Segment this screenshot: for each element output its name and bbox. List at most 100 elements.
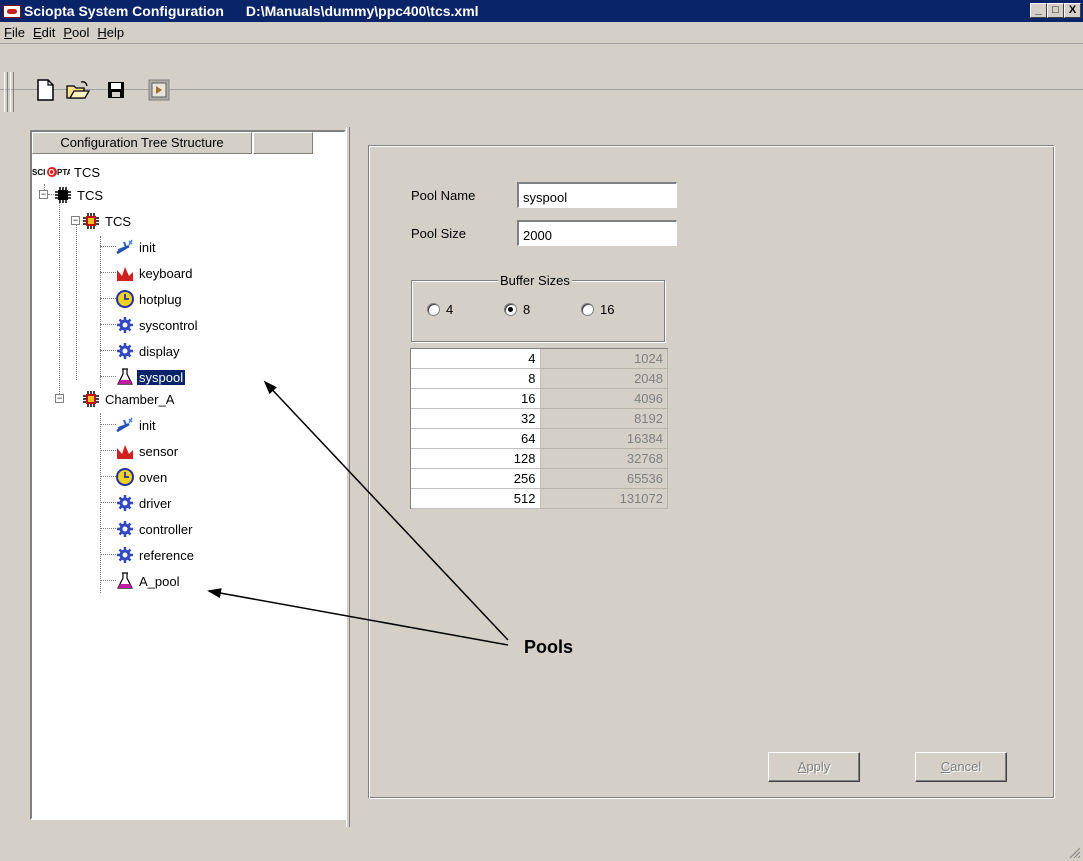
open-button[interactable] bbox=[66, 78, 90, 102]
tree-item-a-pool[interactable]: A_pool bbox=[116, 571, 181, 591]
new-document-button[interactable] bbox=[33, 78, 57, 102]
annotation-label: Pools bbox=[524, 637, 574, 657]
exit-door-icon bbox=[148, 79, 170, 101]
buffer-row: 64 16384 bbox=[411, 429, 668, 449]
menu-edit[interactable]: Edit bbox=[33, 25, 55, 40]
tree-line bbox=[100, 528, 116, 529]
buffer-size-cell[interactable]: 32 bbox=[411, 409, 541, 429]
collapse-toggle[interactable]: − bbox=[39, 190, 48, 199]
buffer-size-cell[interactable]: 128 bbox=[411, 449, 541, 469]
menu-bar: File Edit Pool Help bbox=[0, 22, 1083, 44]
radio-buffer-8[interactable]: 8 bbox=[504, 302, 530, 317]
buffer-size-cell[interactable]: 16 bbox=[411, 389, 541, 409]
pool-name-input[interactable] bbox=[517, 182, 677, 208]
buffer-size-cell[interactable]: 256 bbox=[411, 469, 541, 489]
buffer-default-cell: 16384 bbox=[540, 429, 668, 449]
tree-item-label: sensor bbox=[139, 443, 179, 459]
tree-line bbox=[100, 554, 116, 555]
tree-line bbox=[59, 194, 60, 400]
tree-item-label: Chamber_A bbox=[105, 391, 175, 407]
resize-grip-icon[interactable] bbox=[1067, 845, 1081, 859]
tree-root[interactable]: SCI O PTA TCS bbox=[32, 162, 102, 182]
apply-button[interactable]: Apply bbox=[768, 752, 860, 782]
tree-item-syscontrol[interactable]: syscontrol bbox=[116, 315, 200, 335]
tree-item-label: oven bbox=[139, 469, 168, 485]
cancel-button[interactable]: Cancel bbox=[915, 752, 1007, 782]
tree-item-keyboard[interactable]: keyboard bbox=[116, 263, 194, 283]
menu-file[interactable]: File bbox=[4, 25, 25, 40]
tree-item-system[interactable]: TCS bbox=[54, 185, 105, 205]
buffer-default-cell: 65536 bbox=[540, 469, 668, 489]
radio-buffer-16[interactable]: 16 bbox=[581, 302, 614, 317]
tree-header[interactable]: Configuration Tree Structure bbox=[32, 132, 252, 154]
buffer-size-cell[interactable]: 512 bbox=[411, 489, 541, 509]
tree-line bbox=[100, 246, 116, 247]
tree-line bbox=[100, 413, 101, 593]
tree-item-display[interactable]: display bbox=[116, 341, 181, 361]
tree-item-module-chamber-a[interactable]: Chamber_A bbox=[82, 389, 176, 409]
buffer-row: 16 4096 bbox=[411, 389, 668, 409]
window-file-path: D:\Manuals\dummy\ppc400\tcs.xml bbox=[245, 3, 479, 19]
buffer-size-cell[interactable]: 4 bbox=[411, 349, 541, 369]
buffer-row: 4 1024 bbox=[411, 349, 668, 369]
init-wand-icon bbox=[116, 417, 133, 433]
tree-header-column[interactable] bbox=[253, 132, 313, 154]
collapse-toggle[interactable]: − bbox=[55, 394, 64, 403]
pool-name-label: Pool Name bbox=[411, 188, 476, 203]
module-chip-icon bbox=[83, 213, 99, 229]
radio-label: 16 bbox=[600, 302, 615, 317]
tree-item-label: TCS bbox=[105, 213, 131, 229]
tree-item-init[interactable]: init bbox=[116, 237, 158, 257]
tree-item-label: driver bbox=[139, 495, 172, 511]
radio-circle[interactable] bbox=[581, 303, 594, 316]
buffer-size-cell[interactable]: 8 bbox=[411, 369, 541, 389]
maximize-button[interactable]: □ bbox=[1047, 3, 1064, 18]
tree-item-reference[interactable]: reference bbox=[116, 545, 196, 565]
radio-buffer-4[interactable]: 4 bbox=[427, 302, 453, 317]
tree-item-init[interactable]: init bbox=[116, 415, 158, 435]
window-title: Sciopta System Configuration bbox=[24, 3, 224, 19]
radio-label: 4 bbox=[446, 302, 454, 317]
radio-label: 8 bbox=[523, 302, 531, 317]
tree-line bbox=[100, 298, 116, 299]
tree-line bbox=[100, 580, 116, 581]
tree-item-controller[interactable]: controller bbox=[116, 519, 194, 539]
exit-button[interactable] bbox=[147, 78, 171, 102]
tree-item-syspool[interactable]: syspool bbox=[116, 367, 187, 387]
init-wand-icon bbox=[116, 239, 133, 255]
tree-item-label: display bbox=[139, 343, 180, 359]
tree-line bbox=[100, 502, 116, 503]
tree-item-label: controller bbox=[139, 521, 193, 537]
radio-circle-selected[interactable] bbox=[504, 303, 517, 316]
prioritized-process-icon bbox=[117, 547, 133, 563]
tree-item-sensor[interactable]: sensor bbox=[116, 441, 180, 461]
menu-pool[interactable]: Pool bbox=[63, 25, 89, 40]
prioritized-process-icon bbox=[117, 343, 133, 359]
close-button[interactable]: X bbox=[1064, 3, 1081, 18]
configuration-tree[interactable]: Configuration Tree Structure SCI O PTA T… bbox=[30, 130, 346, 820]
save-button[interactable] bbox=[104, 78, 128, 102]
radio-circle[interactable] bbox=[427, 303, 440, 316]
tree-line bbox=[100, 476, 116, 477]
minimize-button[interactable]: _ bbox=[1030, 3, 1047, 18]
tree-item-label: A_pool bbox=[139, 573, 180, 589]
tree-item-oven[interactable]: oven bbox=[116, 467, 169, 487]
splitter[interactable] bbox=[346, 127, 350, 827]
tree-item-label: syspool bbox=[135, 368, 187, 386]
timer-process-icon bbox=[116, 290, 134, 308]
collapse-toggle[interactable]: − bbox=[71, 216, 80, 225]
tree-line bbox=[76, 220, 77, 380]
timer-process-icon bbox=[116, 468, 134, 486]
pool-size-label: Pool Size bbox=[411, 226, 466, 241]
tree-item-module-tcs[interactable]: TCS bbox=[82, 211, 133, 231]
buffer-size-cell[interactable]: 64 bbox=[411, 429, 541, 449]
buffer-default-cell: 2048 bbox=[540, 369, 668, 389]
menu-help[interactable]: Help bbox=[97, 25, 124, 40]
pool-size-input[interactable] bbox=[517, 220, 677, 246]
toolbar-grip[interactable] bbox=[4, 72, 8, 112]
buffer-sizes-title: Buffer Sizes bbox=[498, 273, 572, 288]
tree-item-hotplug[interactable]: hotplug bbox=[116, 289, 184, 309]
tree-item-driver[interactable]: driver bbox=[116, 493, 174, 513]
tree-line bbox=[100, 236, 101, 388]
svg-text:O: O bbox=[49, 168, 55, 177]
